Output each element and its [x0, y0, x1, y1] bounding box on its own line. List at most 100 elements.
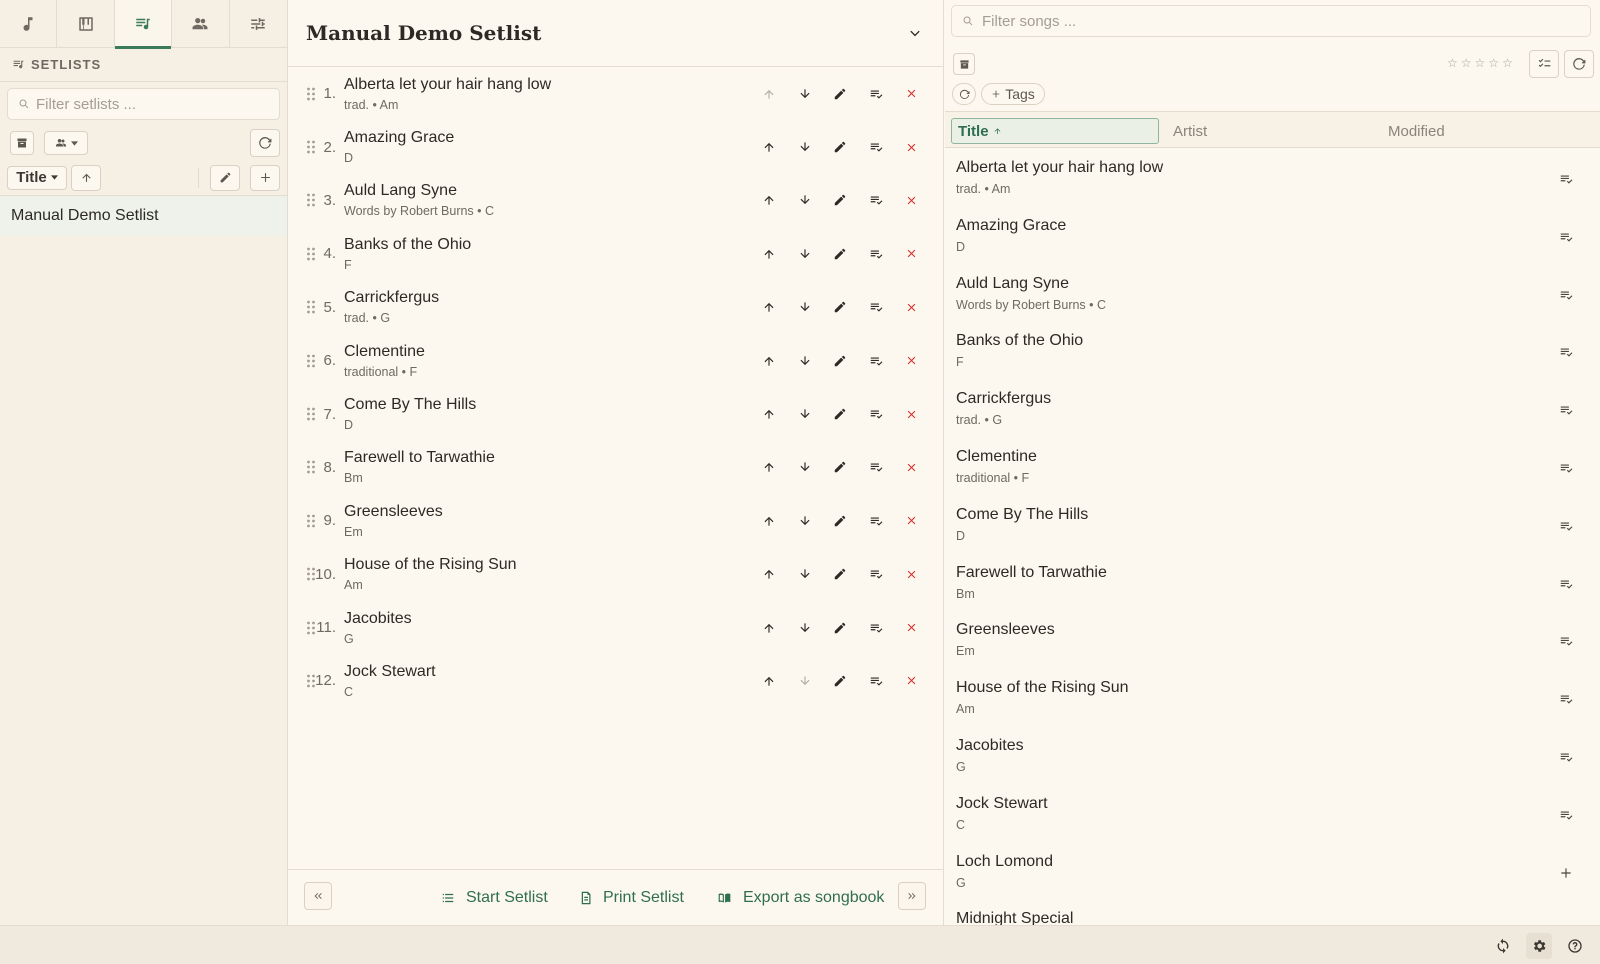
- remove-song-button[interactable]: [894, 399, 930, 429]
- edit-song-button[interactable]: [823, 452, 859, 482]
- move-up-button[interactable]: [752, 399, 788, 429]
- song-notes-button[interactable]: [858, 452, 894, 482]
- remove-song-button[interactable]: [894, 346, 930, 376]
- move-up-button[interactable]: [752, 506, 788, 536]
- select-mode-button[interactable]: [1529, 50, 1559, 78]
- move-down-button[interactable]: [787, 452, 823, 482]
- move-down-button[interactable]: [787, 506, 823, 536]
- remove-song-button[interactable]: [894, 506, 930, 536]
- collapse-left-button[interactable]: [304, 882, 332, 910]
- library-song-row[interactable]: Midnight Special: [945, 901, 1600, 925]
- remove-song-button[interactable]: [894, 79, 930, 109]
- library-song-row[interactable]: Auld Lang Syne Words by Robert Burns • C: [945, 266, 1600, 324]
- song-notes-button[interactable]: [858, 666, 894, 696]
- song-notes-button[interactable]: [858, 185, 894, 215]
- setlist-song-row[interactable]: 2. Amazing Grace D: [288, 120, 943, 173]
- tab-setlists[interactable]: [114, 0, 173, 49]
- library-song-row[interactable]: Amazing Grace D: [945, 208, 1600, 266]
- add-tags-button[interactable]: Tags: [981, 83, 1045, 105]
- export-songbook-button[interactable]: Export as songbook: [716, 870, 884, 926]
- song-notes-button[interactable]: [858, 506, 894, 536]
- archive-button[interactable]: [953, 53, 975, 75]
- remove-song-button[interactable]: [894, 239, 930, 269]
- in-setlist-button[interactable]: [1554, 167, 1578, 191]
- edit-setlist-button[interactable]: [210, 164, 240, 191]
- in-setlist-button[interactable]: [1554, 687, 1578, 711]
- move-down-button[interactable]: [787, 613, 823, 643]
- setlist-song-row[interactable]: 7. Come By The Hills D: [288, 387, 943, 440]
- setlist-song-row[interactable]: 12. Jock Stewart C: [288, 654, 943, 707]
- move-up-button[interactable]: [752, 79, 788, 109]
- edit-song-button[interactable]: [823, 292, 859, 322]
- setlist-song-row[interactable]: 4. Banks of the Ohio F: [288, 227, 943, 280]
- edit-song-button[interactable]: [823, 346, 859, 376]
- help-button[interactable]: [1562, 933, 1588, 959]
- drag-handle[interactable]: [288, 192, 315, 208]
- sort-field-dropdown[interactable]: Title: [7, 165, 67, 190]
- song-notes-button[interactable]: [858, 79, 894, 109]
- library-song-row[interactable]: Carrickfergus trad. • G: [945, 381, 1600, 439]
- drag-handle[interactable]: [288, 353, 315, 369]
- move-up-button[interactable]: [752, 185, 788, 215]
- add-to-setlist-button[interactable]: [1554, 861, 1578, 885]
- drag-handle[interactable]: [288, 299, 315, 315]
- drag-handle[interactable]: [288, 620, 315, 636]
- drag-handle[interactable]: [288, 86, 315, 102]
- in-setlist-button[interactable]: [1554, 803, 1578, 827]
- add-to-setlist-button[interactable]: [1554, 918, 1578, 925]
- setlist-menu-toggle[interactable]: [907, 25, 923, 41]
- tab-songs[interactable]: [0, 0, 58, 48]
- song-notes-button[interactable]: [858, 132, 894, 162]
- library-song-row[interactable]: Banks of the Ohio F: [945, 323, 1600, 381]
- move-down-button[interactable]: [787, 79, 823, 109]
- song-notes-button[interactable]: [858, 613, 894, 643]
- setlist-song-row[interactable]: 1. Alberta let your hair hang low trad. • …: [288, 67, 943, 120]
- song-notes-button[interactable]: [858, 239, 894, 269]
- library-song-row[interactable]: Loch Lomond G: [945, 844, 1600, 902]
- remove-song-button[interactable]: [894, 666, 930, 696]
- song-notes-button[interactable]: [858, 559, 894, 589]
- collapse-right-button[interactable]: [898, 882, 926, 910]
- song-notes-button[interactable]: [858, 292, 894, 322]
- in-setlist-button[interactable]: [1554, 340, 1578, 364]
- column-title-sort[interactable]: Title: [951, 118, 1159, 144]
- edit-song-button[interactable]: [823, 132, 859, 162]
- in-setlist-button[interactable]: [1554, 225, 1578, 249]
- tab-people[interactable]: [172, 0, 230, 48]
- edit-song-button[interactable]: [823, 79, 859, 109]
- settings-button[interactable]: [1526, 933, 1552, 959]
- rating-filter[interactable]: ☆ ☆ ☆ ☆ ☆: [1447, 56, 1513, 70]
- drag-handle[interactable]: [288, 139, 315, 155]
- library-song-row[interactable]: House of the Rising Sun Am: [945, 670, 1600, 728]
- edit-song-button[interactable]: [823, 666, 859, 696]
- remove-song-button[interactable]: [894, 613, 930, 643]
- drag-handle[interactable]: [288, 513, 315, 529]
- move-up-button[interactable]: [752, 613, 788, 643]
- library-song-row[interactable]: Jacobites G: [945, 728, 1600, 786]
- move-up-button[interactable]: [752, 292, 788, 322]
- edit-song-button[interactable]: [823, 239, 859, 269]
- drag-handle[interactable]: [288, 459, 315, 475]
- move-down-button[interactable]: [787, 346, 823, 376]
- setlist-song-row[interactable]: 8. Farewell to Tarwathie Bm: [288, 441, 943, 494]
- archive-button[interactable]: [10, 131, 34, 155]
- move-down-button[interactable]: [787, 399, 823, 429]
- song-notes-button[interactable]: [858, 399, 894, 429]
- drag-handle[interactable]: [288, 406, 315, 422]
- library-song-row[interactable]: Clementine traditional • F: [945, 439, 1600, 497]
- move-down-button[interactable]: [787, 666, 823, 696]
- move-up-button[interactable]: [752, 346, 788, 376]
- library-song-row[interactable]: Come By The Hills D: [945, 497, 1600, 555]
- edit-song-button[interactable]: [823, 399, 859, 429]
- setlist-song-row[interactable]: 9. Greensleeves Em: [288, 494, 943, 547]
- move-down-button[interactable]: [787, 185, 823, 215]
- library-song-row[interactable]: Farewell to Tarwathie Bm: [945, 555, 1600, 613]
- drag-handle[interactable]: [288, 246, 315, 262]
- song-notes-button[interactable]: [858, 346, 894, 376]
- setlist-filter-input[interactable]: Filter setlists ...: [7, 88, 280, 120]
- group-filter-dropdown[interactable]: [44, 131, 88, 155]
- move-up-button[interactable]: [752, 559, 788, 589]
- drag-handle[interactable]: [288, 566, 315, 582]
- setlist-song-row[interactable]: 6. Clementine traditional • F: [288, 334, 943, 387]
- move-down-button[interactable]: [787, 559, 823, 589]
